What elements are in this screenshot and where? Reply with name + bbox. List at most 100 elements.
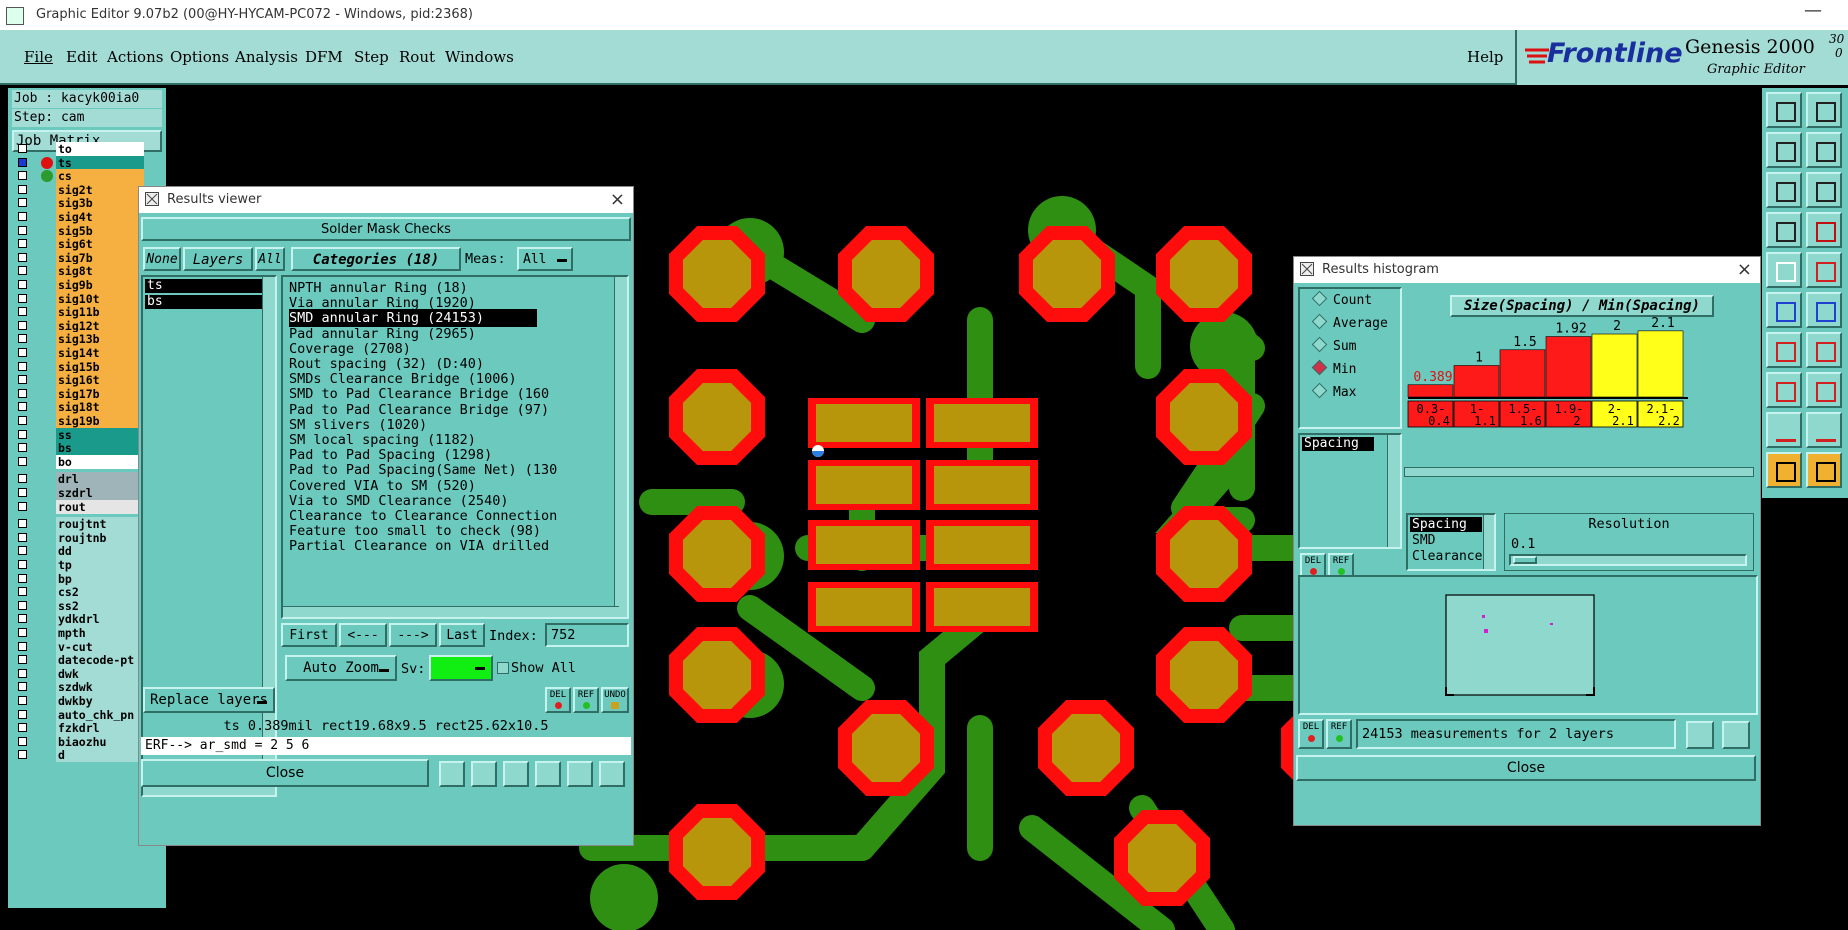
layer-row-roujtnt[interactable]: roujtnt	[14, 517, 144, 532]
next-button[interactable]: --->	[389, 623, 437, 647]
layer-row-mpth[interactable]: mpth	[14, 626, 144, 640]
pointer-selected-icon[interactable]	[1806, 452, 1842, 488]
layer-checkbox[interactable]	[18, 696, 27, 705]
cross-icon[interactable]	[1806, 292, 1842, 328]
menu-analysis[interactable]: Analysis	[235, 48, 298, 66]
layer-checkbox[interactable]	[18, 600, 27, 610]
layer-results-item[interactable]: bs	[145, 295, 265, 309]
layer-row-ydkdrl[interactable]: ydkdrl	[14, 612, 144, 627]
minimize-button[interactable]: —	[1804, 0, 1822, 21]
layer-checkbox[interactable]	[18, 320, 27, 330]
measure-type-list[interactable]: Spacing SMD Clearance	[1406, 513, 1496, 571]
layer-checkbox[interactable]	[18, 144, 27, 153]
category-item[interactable]: Partial Clearance on VIA drilled	[289, 537, 549, 555]
delete-tool-icon[interactable]	[503, 761, 529, 787]
layer-row-auto_chk_pn[interactable]: auto_chk_pn	[14, 707, 144, 722]
layer-row-sig9b[interactable]: sig9b	[14, 278, 144, 292]
scissors-icon[interactable]	[1766, 212, 1802, 248]
histogram-icon[interactable]	[599, 761, 625, 787]
menu-edit[interactable]: Edit	[66, 48, 97, 66]
menu-actions[interactable]: Actions	[107, 48, 163, 66]
layer-row-sig11b[interactable]: sig11b	[14, 305, 144, 320]
layer-checkbox[interactable]	[18, 252, 27, 262]
layer-checkbox[interactable]	[18, 723, 27, 733]
layer-checkbox[interactable]	[18, 474, 27, 484]
layer-row-dwk[interactable]: dwk	[14, 666, 144, 681]
histogram-bar[interactable]	[1407, 384, 1454, 398]
layer-checkbox[interactable]	[18, 157, 27, 167]
compare-icon[interactable]	[1686, 721, 1714, 749]
zoom-tool-icon[interactable]	[439, 761, 465, 787]
none-button[interactable]: None	[143, 247, 181, 271]
menu-rout[interactable]: Rout	[399, 48, 435, 66]
triangle-icon[interactable]	[1766, 412, 1802, 448]
last-button[interactable]: Last	[439, 623, 485, 647]
menu-dfm[interactable]: DFM	[305, 48, 343, 66]
layer-checkbox[interactable]	[18, 628, 27, 637]
mode-radio-max[interactable]: Max	[1310, 382, 1356, 400]
export-icon[interactable]	[1806, 92, 1842, 128]
layer-checkbox[interactable]	[18, 348, 27, 357]
ref-button[interactable]: REF	[573, 687, 599, 713]
layer-checkbox[interactable]	[18, 171, 27, 181]
auto-zoom-dropdown[interactable]: Auto Zoom	[285, 655, 397, 681]
layer-checkbox[interactable]	[18, 614, 27, 624]
probe-icon[interactable]	[1806, 212, 1842, 248]
layer-row-to[interactable]: to	[14, 142, 144, 156]
close-icon[interactable]: ×	[1737, 259, 1752, 280]
histogram-bar[interactable]	[1545, 336, 1592, 398]
sv-color-dropdown[interactable]	[429, 655, 493, 681]
layer-row-sig7b[interactable]: sig7b	[14, 250, 144, 265]
resolution-slider-thumb[interactable]	[1513, 556, 1537, 564]
layer-checkbox[interactable]	[18, 266, 27, 276]
histogram-bar[interactable]	[1499, 349, 1546, 398]
layer-row-ts[interactable]: ts	[14, 155, 144, 170]
notes-icon[interactable]	[567, 761, 593, 787]
layer-checkbox[interactable]	[18, 655, 27, 665]
all-button[interactable]: All	[255, 247, 285, 271]
close-icon[interactable]: ×	[610, 189, 625, 210]
menu-options[interactable]: Options	[170, 48, 229, 66]
layer-checkbox[interactable]	[18, 641, 27, 651]
hist-ref-button[interactable]: REF	[1326, 719, 1352, 749]
layer-checkbox[interactable]	[18, 361, 27, 371]
layer-checkbox[interactable]	[18, 293, 27, 303]
index-input[interactable]: 752	[545, 623, 629, 647]
measure-type-item[interactable]: Spacing	[1410, 517, 1482, 532]
layer-checkbox[interactable]	[18, 375, 27, 385]
layer-checkbox[interactable]	[18, 456, 27, 466]
layer-row-bs[interactable]: bs	[14, 441, 144, 456]
export-icon[interactable]	[1722, 721, 1750, 749]
layer-row-sig4t[interactable]: sig4t	[14, 210, 144, 224]
layer-checkbox[interactable]	[18, 212, 27, 221]
green-tool-icon[interactable]	[535, 761, 561, 787]
histogram-measure-list[interactable]: Spacing	[1298, 433, 1402, 549]
layer-row-szdwk[interactable]: szdwk	[14, 680, 144, 695]
histogram-hscrollbar[interactable]	[1404, 467, 1754, 477]
layer-checkbox[interactable]	[18, 388, 27, 398]
layer-row-sig10t[interactable]: sig10t	[14, 291, 144, 306]
layer-checkbox[interactable]	[18, 416, 27, 425]
layer-row-d[interactable]: d	[14, 748, 144, 763]
layer-checkbox[interactable]	[18, 668, 27, 678]
report-icon[interactable]	[471, 761, 497, 787]
layer-row-sig19b[interactable]: sig19b	[14, 414, 144, 428]
layer-checkbox[interactable]	[18, 402, 27, 412]
layer-checkbox[interactable]	[18, 560, 27, 569]
menu-help[interactable]: Help	[1467, 48, 1503, 66]
layer-row-sig14t[interactable]: sig14t	[14, 346, 144, 360]
draw-icon[interactable]	[1806, 332, 1842, 368]
undo-button[interactable]: UNDO	[601, 687, 629, 713]
menu-windows[interactable]: Windows	[445, 48, 514, 66]
show-all-checkbox[interactable]	[497, 662, 509, 674]
layer-row-sig13b[interactable]: sig13b	[14, 332, 144, 347]
layer-checkbox[interactable]	[18, 532, 27, 542]
layer-checkbox[interactable]	[18, 443, 27, 453]
layer-row-sig12t[interactable]: sig12t	[14, 318, 144, 333]
histogram-bar[interactable]	[1637, 330, 1684, 398]
mode-radio-sum[interactable]: Sum	[1310, 336, 1356, 354]
histogram-bar[interactable]	[1453, 365, 1500, 398]
connect-nodes-icon[interactable]	[1766, 292, 1802, 328]
layer-row-ss[interactable]: ss	[14, 427, 144, 442]
layer-row-sig15b[interactable]: sig15b	[14, 359, 144, 374]
